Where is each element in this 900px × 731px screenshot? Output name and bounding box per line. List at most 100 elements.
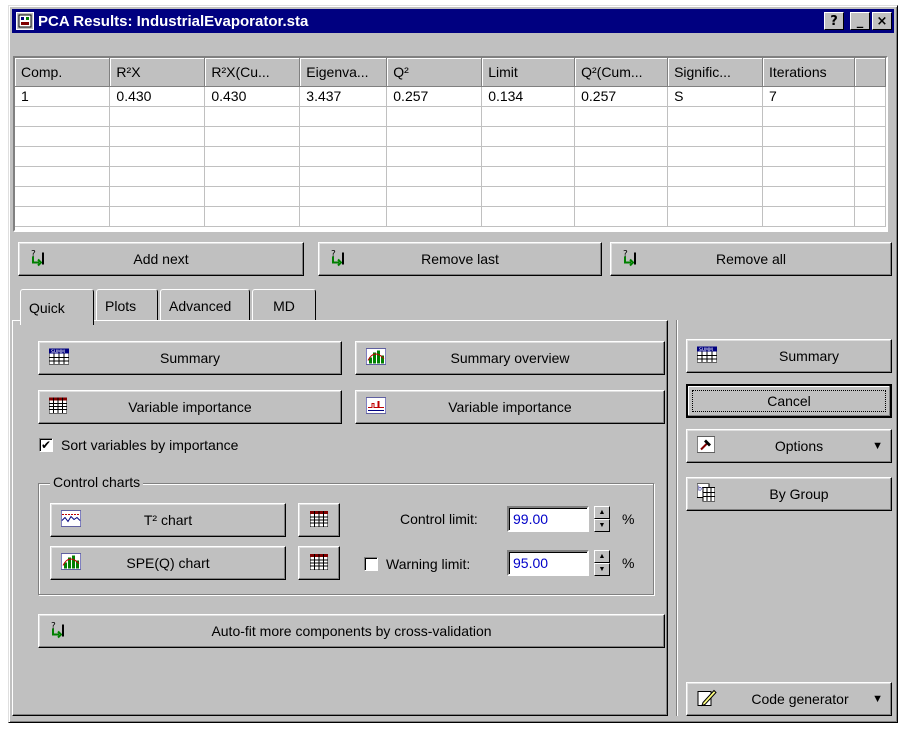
table-cell bbox=[15, 126, 111, 147]
auto-fit-label: Auto-fit more components by cross-valida… bbox=[211, 623, 492, 639]
options-button[interactable]: Options ▼ bbox=[686, 429, 892, 463]
table-cell bbox=[204, 146, 301, 167]
table-cell bbox=[667, 186, 764, 207]
table-row[interactable]: 1 0.430 0.430 3.437 0.257 0.134 0.257 S 7 bbox=[15, 86, 886, 107]
column-header[interactable]: Comp. bbox=[15, 58, 111, 87]
bar-chart-icon bbox=[365, 348, 387, 368]
variable-importance-table-button[interactable]: Variable importance bbox=[38, 390, 342, 424]
table-cell bbox=[109, 146, 206, 167]
tab-advanced[interactable]: Advanced bbox=[160, 289, 250, 321]
spe-table-button[interactable] bbox=[298, 546, 340, 580]
variable-importance-chart-button[interactable]: Variable importance bbox=[355, 390, 665, 424]
table-cell bbox=[386, 166, 483, 187]
summary-label: Summary bbox=[160, 350, 220, 366]
table-cell bbox=[481, 126, 576, 147]
table-row[interactable] bbox=[15, 206, 886, 227]
table-cell bbox=[762, 186, 855, 207]
table-row[interactable] bbox=[15, 186, 886, 207]
table-cell bbox=[574, 166, 669, 187]
column-header[interactable]: Signific... bbox=[667, 58, 764, 87]
grid-table-icon bbox=[48, 397, 68, 417]
spin-down-icon[interactable]: ▼ bbox=[594, 519, 610, 532]
spin-up-icon[interactable]: ▲ bbox=[594, 550, 610, 563]
remove-all-button[interactable]: ? Remove all bbox=[610, 242, 892, 276]
table-cell: 3.437 bbox=[299, 86, 388, 107]
cancel-button[interactable]: Cancel bbox=[686, 384, 892, 418]
table-cell bbox=[109, 166, 206, 187]
column-header[interactable]: R²X bbox=[109, 58, 206, 87]
table-cell bbox=[854, 146, 886, 167]
results-grid[interactable]: Comp. R²X R²X(Cu... Eigenva... Q² Limit Q²(Cum… bbox=[13, 56, 888, 232]
table-cell bbox=[854, 206, 886, 227]
table-cell bbox=[574, 146, 669, 167]
spe-chart-label: SPE(Q) chart bbox=[126, 555, 210, 571]
table-cell bbox=[762, 166, 855, 187]
tab-quick[interactable]: Quick bbox=[20, 289, 94, 325]
tab-md[interactable]: MD bbox=[252, 289, 316, 321]
table-row[interactable] bbox=[15, 106, 886, 127]
add-next-label: Add next bbox=[133, 251, 189, 267]
table-cell bbox=[15, 106, 111, 127]
add-next-button[interactable]: ? Add next bbox=[18, 242, 304, 276]
table-cell bbox=[299, 126, 388, 147]
spin-up-icon[interactable]: ▲ bbox=[594, 506, 610, 519]
table-cell bbox=[299, 146, 388, 167]
table-cell: 7 bbox=[762, 86, 855, 107]
sort-variables-option[interactable]: ✔ Sort variables by importance bbox=[39, 437, 238, 453]
control-limit-input[interactable]: 99.00 bbox=[507, 506, 589, 532]
title-bar[interactable]: PCA Results: IndustrialEvaporator.sta ? … bbox=[12, 9, 894, 33]
by-group-label: By Group bbox=[769, 486, 829, 502]
remove-last-button[interactable]: ? Remove last bbox=[318, 242, 602, 276]
table-cell bbox=[574, 206, 669, 227]
line-chart-icon bbox=[365, 397, 387, 417]
minimize-button[interactable]: _ bbox=[850, 12, 870, 30]
table-cell bbox=[386, 146, 483, 167]
warning-limit-option[interactable]: Warning limit: bbox=[364, 556, 470, 572]
t2-table-button[interactable] bbox=[298, 503, 340, 537]
side-summary-button[interactable]: SUMM Summary bbox=[686, 339, 892, 373]
t2-chart-button[interactable]: T² chart bbox=[50, 503, 286, 537]
auto-fit-button[interactable]: ? Auto-fit more components by cross-vali… bbox=[38, 614, 665, 648]
tab-quick-label: Quick bbox=[29, 299, 65, 316]
spe-table-icon bbox=[309, 553, 329, 573]
warning-limit-checkbox[interactable] bbox=[364, 557, 378, 571]
column-header[interactable]: Iterations bbox=[762, 58, 855, 87]
table-cell: 0.430 bbox=[109, 86, 206, 107]
help-button[interactable]: ? bbox=[824, 12, 844, 30]
sort-variables-checkbox[interactable]: ✔ bbox=[39, 438, 53, 452]
control-limit-percent: % bbox=[622, 511, 635, 527]
table-cell bbox=[204, 106, 301, 127]
control-limit-spinner[interactable]: ▲ ▼ bbox=[594, 506, 610, 532]
warning-limit-input[interactable]: 95.00 bbox=[507, 550, 589, 576]
column-header[interactable]: R²X(Cu... bbox=[204, 58, 301, 87]
column-header[interactable]: Q²(Cum... bbox=[574, 58, 669, 87]
remove-last-icon: ? bbox=[329, 249, 345, 270]
close-button[interactable]: × bbox=[872, 12, 892, 30]
column-header[interactable]: Limit bbox=[481, 58, 576, 87]
table-cell bbox=[481, 166, 576, 187]
summary-button[interactable]: SUMM Summary bbox=[38, 341, 342, 375]
table-cell bbox=[762, 126, 855, 147]
dropdown-arrow-icon: ▼ bbox=[872, 440, 883, 452]
table-cell: 0.430 bbox=[204, 86, 301, 107]
summary-overview-button[interactable]: Summary overview bbox=[355, 341, 665, 375]
summary-table-icon: SUMM bbox=[48, 348, 70, 368]
spin-down-icon[interactable]: ▼ bbox=[594, 563, 610, 576]
table-row[interactable] bbox=[15, 146, 886, 167]
t2-chart-icon bbox=[60, 510, 82, 530]
column-header[interactable]: Eigenva... bbox=[299, 58, 388, 87]
table-cell bbox=[667, 126, 764, 147]
tab-plots[interactable]: Plots bbox=[96, 289, 158, 321]
table-cell bbox=[204, 126, 301, 147]
table-row[interactable] bbox=[15, 166, 886, 187]
column-header[interactable]: Q² bbox=[386, 58, 483, 87]
app-icon bbox=[16, 12, 34, 30]
spe-chart-button[interactable]: SPE(Q) chart bbox=[50, 546, 286, 580]
table-row[interactable] bbox=[15, 126, 886, 147]
warning-limit-spinner[interactable]: ▲ ▼ bbox=[594, 550, 610, 576]
table-cell bbox=[15, 166, 111, 187]
code-generator-button[interactable]: Code generator ▼ bbox=[686, 682, 892, 716]
by-group-button[interactable]: by By Group bbox=[686, 477, 892, 511]
table-cell bbox=[109, 186, 206, 207]
summary-overview-label: Summary overview bbox=[450, 350, 570, 366]
